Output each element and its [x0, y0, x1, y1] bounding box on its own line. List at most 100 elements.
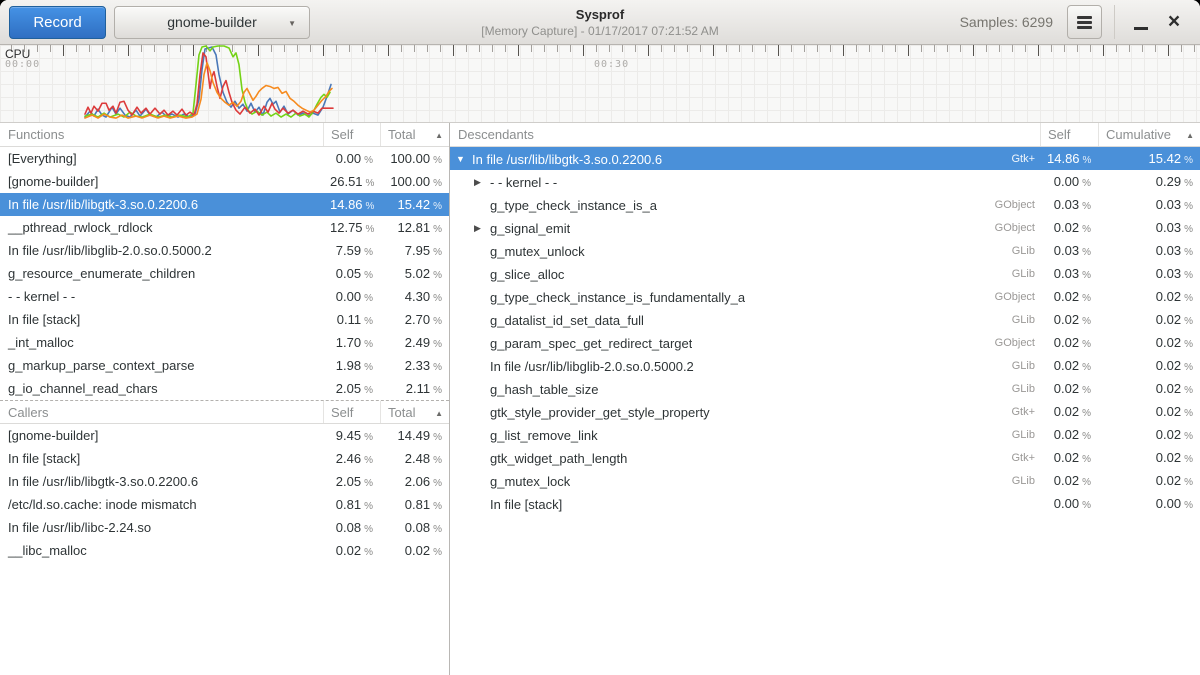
cpu-graph[interactable]: CPU 00:00 00:30	[0, 45, 1200, 123]
tree-row[interactable]: ▶- - kernel - -0.00%0.29%	[450, 170, 1200, 193]
expander-icon[interactable]: ▶	[474, 217, 490, 240]
tree-row[interactable]: ▼In file /usr/lib/libgtk-3.so.0.2200.6Gt…	[450, 147, 1200, 170]
column-header-self[interactable]: Self	[323, 123, 380, 146]
cpu-line-cpu-blue	[85, 47, 331, 117]
tree-row[interactable]: ▶g_signal_emitGObject0.02%0.03%	[450, 216, 1200, 239]
table-row[interactable]: [gnome-builder]26.51%100.00%	[0, 170, 449, 193]
tree-row[interactable]: g_type_check_instance_is_fundamentally_a…	[450, 285, 1200, 308]
table-row[interactable]: g_resource_enumerate_children0.05%5.02%	[0, 262, 449, 285]
tree-row[interactable]: g_mutex_unlockGLib0.03%0.03%	[450, 239, 1200, 262]
descendant-name-cell: g_type_check_instance_is_aGObject	[450, 193, 1040, 218]
column-header-self[interactable]: Self	[1040, 123, 1098, 146]
tree-row[interactable]: g_mutex_lockGLib0.02%0.02%	[450, 469, 1200, 492]
column-header-callers[interactable]: Callers	[0, 401, 323, 423]
library-tag: GLib	[1007, 263, 1040, 286]
total-value: 0.08%	[380, 516, 449, 541]
self-value: 14.86%	[323, 193, 380, 218]
table-row[interactable]: In file /usr/lib/libgtk-3.so.0.2200.62.0…	[0, 470, 449, 493]
library-tag: Gtk+	[1006, 447, 1040, 470]
function-name: __libc_malloc	[0, 539, 323, 564]
descendant-name-cell: g_type_check_instance_is_fundamentally_a…	[450, 285, 1040, 310]
table-row[interactable]: __libc_malloc0.02%0.02%	[0, 539, 449, 562]
tree-row[interactable]: g_datalist_id_set_data_fullGLib0.02%0.02…	[450, 308, 1200, 331]
self-value: 0.02%	[1040, 423, 1098, 448]
record-button[interactable]: Record	[9, 6, 106, 39]
descendants-table-body: ▼In file /usr/lib/libgtk-3.so.0.2200.6Gt…	[450, 147, 1200, 515]
tree-row[interactable]: In file /usr/lib/libglib-2.0.so.0.5000.2…	[450, 354, 1200, 377]
tree-row[interactable]: g_hash_table_sizeGLib0.02%0.02%	[450, 377, 1200, 400]
table-row[interactable]: g_io_channel_read_chars2.05%2.11%	[0, 377, 449, 400]
descendant-name: g_type_check_instance_is_fundamentally_a	[490, 286, 745, 309]
cumulative-value: 0.02%	[1098, 400, 1200, 425]
total-value: 5.02%	[380, 262, 449, 287]
table-row[interactable]: [gnome-builder]9.45%14.49%	[0, 424, 449, 447]
self-value: 9.45%	[323, 424, 380, 449]
descendant-name: gtk_widget_path_length	[490, 447, 627, 470]
table-row[interactable]: In file /usr/lib/libgtk-3.so.0.2200.614.…	[0, 193, 449, 216]
descendant-name-cell: g_param_spec_get_redirect_targetGObject	[450, 331, 1040, 356]
tree-row[interactable]: g_list_remove_linkGLib0.02%0.02%	[450, 423, 1200, 446]
column-header-functions[interactable]: Functions	[0, 123, 323, 146]
function-name: In file /usr/lib/libgtk-3.so.0.2200.6	[0, 470, 323, 495]
library-tag: GLib	[1007, 309, 1040, 332]
self-value: 26.51%	[323, 170, 380, 195]
table-row[interactable]: In file /usr/lib/libglib-2.0.so.0.5000.2…	[0, 239, 449, 262]
left-pane: Functions Self Total ▲ [Everything]0.00%…	[0, 123, 450, 675]
self-value: 0.02%	[1040, 354, 1098, 379]
descendant-name: g_signal_emit	[490, 217, 570, 240]
total-value: 4.30%	[380, 285, 449, 310]
descendant-name-cell: In file /usr/lib/libglib-2.0.so.0.5000.2…	[450, 354, 1040, 379]
descendant-name: g_mutex_unlock	[490, 240, 585, 263]
process-selector-dropdown[interactable]: gnome-builder ▼	[114, 6, 310, 39]
headerbar: Record gnome-builder ▼ Sysprof [Memory C…	[0, 0, 1200, 45]
descendant-name-cell: g_hash_table_size GLib	[450, 377, 1040, 402]
tree-row[interactable]: g_type_check_instance_is_aGObject0.03%0.…	[450, 193, 1200, 216]
table-row[interactable]: /etc/ld.so.cache: inode mismatch0.81%0.8…	[0, 493, 449, 516]
column-header-cumulative-label: Cumulative	[1106, 127, 1171, 142]
column-header-total[interactable]: Total ▲	[380, 123, 449, 146]
function-name: g_markup_parse_context_parse	[0, 354, 323, 379]
tree-row[interactable]: In file [stack]0.00%0.00%	[450, 492, 1200, 515]
tree-row[interactable]: gtk_style_provider_get_style_propertyGtk…	[450, 400, 1200, 423]
function-name: In file /usr/lib/libglib-2.0.so.0.5000.2	[0, 239, 323, 264]
self-value: 2.05%	[323, 470, 380, 495]
library-tag: GLib	[1007, 378, 1040, 401]
table-row[interactable]: g_markup_parse_context_parse1.98%2.33%	[0, 354, 449, 377]
cumulative-value: 0.03%	[1098, 193, 1200, 218]
descendant-name-cell: ▼In file /usr/lib/libgtk-3.so.0.2200.6Gt…	[450, 147, 1040, 172]
expander-icon[interactable]: ▶	[474, 171, 490, 194]
self-value: 1.70%	[323, 331, 380, 356]
table-row[interactable]: - - kernel - -0.00%4.30%	[0, 285, 449, 308]
total-value: 2.48%	[380, 447, 449, 472]
column-header-cumulative[interactable]: Cumulative ▲	[1098, 123, 1200, 146]
table-row[interactable]: In file /usr/lib/libc-2.24.so0.08%0.08%	[0, 516, 449, 539]
column-header-self[interactable]: Self	[323, 401, 380, 423]
table-row[interactable]: _int_malloc1.70%2.49%	[0, 331, 449, 354]
descendant-name-cell: ▶g_signal_emit GObject	[450, 216, 1040, 241]
self-value: 0.02%	[323, 539, 380, 564]
right-pane: Descendants Self Cumulative ▲ ▼In file /…	[450, 123, 1200, 675]
self-value: 0.11%	[323, 308, 380, 333]
tree-row[interactable]: g_slice_allocGLib0.03%0.03%	[450, 262, 1200, 285]
tree-row[interactable]: g_param_spec_get_redirect_targetGObject0…	[450, 331, 1200, 354]
total-value: 2.49%	[380, 331, 449, 356]
self-value: 0.02%	[1040, 216, 1098, 241]
tree-row[interactable]: gtk_widget_path_lengthGtk+0.02%0.02%	[450, 446, 1200, 469]
library-tag: Gtk+	[1006, 148, 1040, 171]
table-row[interactable]: __pthread_rwlock_rdlock12.75%12.81%	[0, 216, 449, 239]
descendant-name: g_hash_table_size	[490, 378, 598, 401]
library-tag: GObject	[990, 217, 1040, 240]
table-row[interactable]: [Everything]0.00%100.00%	[0, 147, 449, 170]
expander-icon[interactable]: ▼	[456, 148, 472, 171]
table-row[interactable]: In file [stack]2.46%2.48%	[0, 447, 449, 470]
table-row[interactable]: In file [stack]0.11%2.70%	[0, 308, 449, 331]
minimize-button[interactable]	[1125, 5, 1157, 39]
self-value: 0.81%	[323, 493, 380, 518]
column-header-total-label: Total	[388, 405, 415, 420]
sysprof-window: Record gnome-builder ▼ Sysprof [Memory C…	[0, 0, 1200, 675]
close-button[interactable]: ×	[1157, 5, 1191, 39]
self-value: 0.08%	[323, 516, 380, 541]
column-header-total[interactable]: Total ▲	[380, 401, 449, 423]
column-header-descendants[interactable]: Descendants	[450, 123, 1040, 146]
menu-button[interactable]	[1067, 5, 1102, 39]
